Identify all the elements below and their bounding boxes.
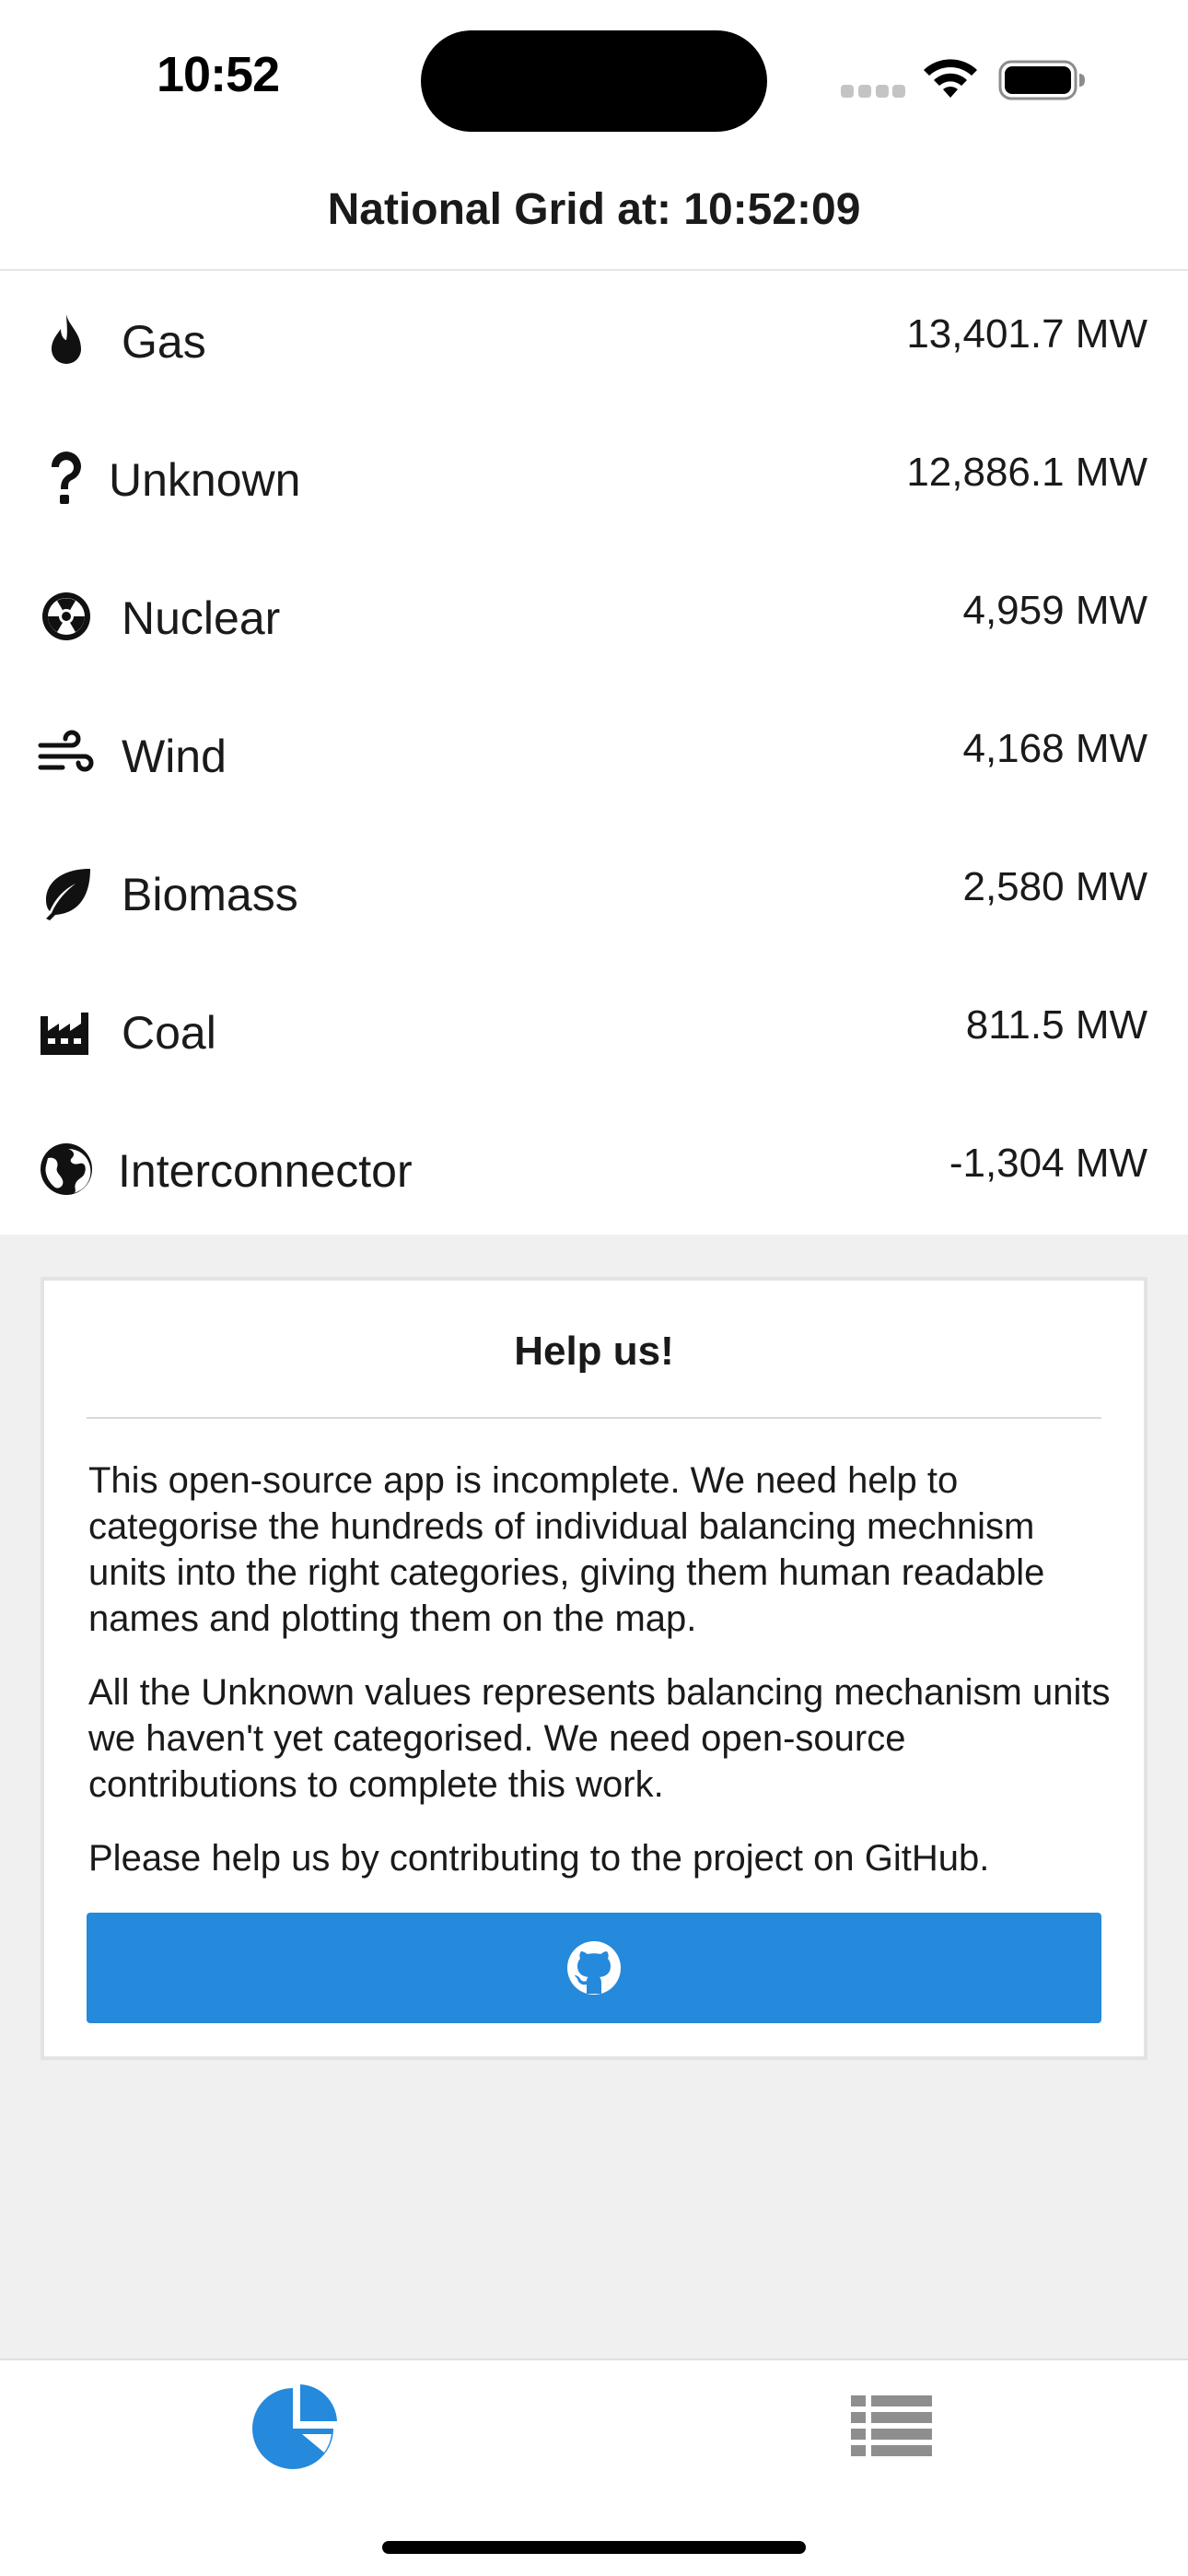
flame-icon (35, 309, 98, 371)
status-bar: 10:52 (0, 0, 1188, 157)
fuel-label: Coal (122, 1007, 216, 1059)
list-item[interactable]: Wind 4,168 MW (0, 685, 1188, 824)
divider (87, 1417, 1101, 1419)
fuel-value: -1,304 MW (949, 1141, 1147, 1186)
status-time: 10:52 (157, 47, 280, 102)
fuel-value: 12,886.1 MW (906, 450, 1147, 495)
page-title: National Grid at: 10:52:09 (327, 185, 861, 234)
github-button[interactable] (87, 1913, 1101, 2023)
radiation-icon (35, 585, 98, 648)
help-paragraph: Please help us by contributing to the pr… (88, 1838, 990, 1879)
cellular-signal-icon (841, 85, 905, 98)
list-item[interactable]: Gas 13,401.7 MW (0, 271, 1188, 409)
leaf-icon (35, 861, 98, 924)
fuel-value: 811.5 MW (965, 1002, 1147, 1048)
help-paragraph: All the Unknown values represents balanc… (88, 1672, 1111, 1805)
help-paragraph: This open-source app is incomplete. We n… (88, 1460, 1045, 1639)
help-card: Help us! This open-source app is incompl… (41, 1277, 1147, 2060)
wifi-icon (924, 59, 977, 98)
fuel-value: 2,580 MW (962, 864, 1147, 909)
list-item[interactable]: Biomass 2,580 MW (0, 824, 1188, 962)
list-item[interactable]: Nuclear 4,959 MW (0, 547, 1188, 685)
pie-chart-icon (252, 2384, 337, 2469)
content-background: Help us! This open-source app is incompl… (0, 1235, 1188, 2359)
list-item[interactable]: Interconnector -1,304 MW (0, 1100, 1188, 1238)
github-icon (567, 1941, 621, 1995)
fuel-label: Nuclear (122, 592, 281, 644)
list-icon (851, 2395, 932, 2456)
question-mark-icon (35, 447, 98, 509)
tab-generation[interactable] (250, 2379, 343, 2471)
list-item[interactable]: Unknown 12,886.1 MW (0, 409, 1188, 547)
battery-icon (998, 60, 1085, 100)
factory-icon (35, 1000, 98, 1062)
generation-list: Gas 13,401.7 MW Unknown 12,886.1 MW Nucl… (0, 271, 1188, 1235)
fuel-label: Gas (122, 316, 206, 368)
fuel-value: 4,168 MW (962, 726, 1147, 771)
fuel-label: Wind (122, 731, 227, 782)
dynamic-island (421, 30, 767, 132)
fuel-label: Interconnector (118, 1145, 413, 1197)
list-item[interactable]: Coal 811.5 MW (0, 962, 1188, 1100)
wind-icon (35, 723, 98, 786)
fuel-label: Biomass (122, 869, 298, 920)
fuel-value: 4,959 MW (962, 588, 1147, 633)
home-indicator[interactable] (382, 2541, 806, 2554)
help-card-title: Help us! (514, 1329, 674, 1374)
fuel-value: 13,401.7 MW (906, 311, 1147, 357)
header: National Grid at: 10:52:09 (0, 157, 1188, 271)
tab-list[interactable] (845, 2379, 938, 2471)
fuel-label: Unknown (109, 454, 301, 506)
globe-icon (35, 1138, 98, 1200)
